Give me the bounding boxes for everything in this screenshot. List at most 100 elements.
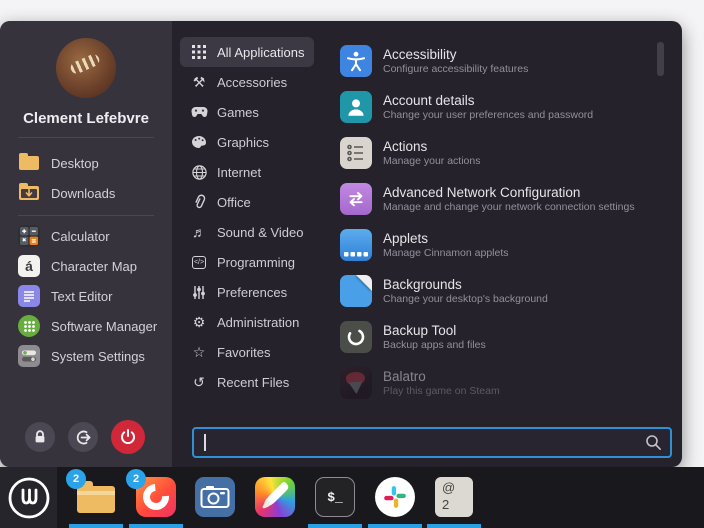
downloads-folder-icon: [18, 182, 40, 204]
grid-icon: [190, 43, 208, 61]
running-indicator: [129, 524, 183, 528]
category-label: Internet: [217, 165, 261, 180]
sidebar-item-label: System Settings: [51, 349, 145, 364]
app-title: Backup Tool: [383, 324, 486, 338]
lock-icon: [32, 429, 48, 445]
app-actions[interactable]: Actions Manage your actions: [340, 130, 670, 176]
sidebar-item-label: Calculator: [51, 229, 110, 244]
scrollbar-thumb[interactable]: [657, 42, 664, 76]
category-recent-files[interactable]: ↺ Recent Files: [180, 367, 299, 397]
app-title: Applets: [383, 232, 509, 246]
sidebar-item-text-editor[interactable]: Text Editor: [0, 281, 172, 311]
app-title: Backgrounds: [383, 278, 548, 292]
software-manager-icon: [18, 315, 40, 337]
email-icon-at: @: [442, 479, 473, 496]
app-accessibility[interactable]: Accessibility Configure accessibility fe…: [340, 38, 670, 84]
category-label: All Applications: [217, 45, 304, 60]
taskbar-item-email[interactable]: @ 2: [433, 476, 475, 518]
category-label: Favorites: [217, 345, 270, 360]
mint-menu-button[interactable]: [0, 467, 57, 528]
shutdown-button[interactable]: [111, 420, 145, 454]
user-name: Clement Lefebvre: [0, 110, 172, 128]
notification-badge: 2: [66, 469, 86, 489]
category-office[interactable]: Office: [180, 187, 261, 217]
star-icon: ☆: [190, 343, 208, 361]
running-indicator: [368, 524, 422, 528]
paperclip-icon: [190, 193, 208, 211]
app-applets[interactable]: Applets Manage Cinnamon applets: [340, 222, 670, 268]
category-internet[interactable]: Internet: [180, 157, 271, 187]
search-bar: [192, 427, 672, 458]
taskbar-item-files[interactable]: 2: [75, 476, 117, 518]
app-advanced-network-configuration[interactable]: Advanced Network Configuration Manage an…: [340, 176, 670, 222]
tools-icon: ⚒: [190, 73, 208, 91]
category-list: All Applications ⚒ Accessories Games: [180, 37, 330, 397]
sidebar-item-calculator[interactable]: Calculator: [0, 221, 172, 251]
taskbar: 2 2: [0, 467, 704, 528]
taskbar-item-firefox[interactable]: 2: [135, 476, 177, 518]
taskbar-item-slack[interactable]: [374, 476, 416, 518]
category-graphics[interactable]: Graphics: [180, 127, 279, 157]
category-accessories[interactable]: ⚒ Accessories: [180, 67, 297, 97]
category-games[interactable]: Games: [180, 97, 269, 127]
category-sound-video[interactable]: ♬ Sound & Video: [180, 217, 314, 247]
app-backgrounds[interactable]: Backgrounds Change your desktop's backgr…: [340, 268, 670, 314]
category-favorites[interactable]: ☆ Favorites: [180, 337, 280, 367]
sidebar-item-label: Text Editor: [51, 289, 112, 304]
lock-screen-button[interactable]: [25, 422, 55, 452]
category-label: Games: [217, 105, 259, 120]
balatro-icon: [340, 367, 372, 399]
network-configuration-icon: [340, 183, 372, 215]
email-icon: @ 2: [433, 476, 475, 518]
app-title: Account details: [383, 94, 593, 108]
app-subtitle: Backup apps and files: [383, 340, 486, 351]
search-icon: [645, 434, 662, 451]
folder-icon: [18, 152, 40, 174]
session-buttons: [25, 420, 145, 454]
app-backup-tool[interactable]: Backup Tool Backup apps and files: [340, 314, 670, 360]
mint-menu-panel: Clement Lefebvre Desktop Downloads: [0, 21, 682, 467]
app-account-details[interactable]: Account details Change your user prefere…: [340, 84, 670, 130]
history-icon: ↺: [190, 373, 208, 391]
app-title: Advanced Network Configuration: [383, 186, 635, 200]
text-editor-icon: [18, 285, 40, 307]
slack-icon: [374, 476, 416, 518]
app-balatro[interactable]: Balatro Play this game on Steam: [340, 360, 670, 406]
logout-icon: [75, 429, 92, 446]
app-subtitle: Configure accessibility features: [383, 64, 528, 75]
category-preferences[interactable]: Preferences: [180, 277, 297, 307]
category-label: Sound & Video: [217, 225, 304, 240]
sidebar-item-software-manager[interactable]: Software Manager: [0, 311, 172, 341]
category-label: Programming: [217, 255, 295, 270]
taskbar-item-drawing[interactable]: [254, 476, 296, 518]
actions-icon: [340, 137, 372, 169]
sidebar-item-system-settings[interactable]: System Settings: [0, 341, 172, 371]
divider: [18, 137, 154, 138]
system-settings-icon: [18, 345, 40, 367]
app-title: Accessibility: [383, 48, 528, 62]
backgrounds-icon: [340, 275, 372, 307]
app-title: Actions: [383, 140, 480, 154]
running-indicator: [427, 524, 481, 528]
logout-button[interactable]: [68, 422, 98, 452]
taskbar-item-screenshot[interactable]: [194, 476, 236, 518]
email-icon-count: 2: [442, 496, 473, 513]
sidebar-item-desktop[interactable]: Desktop: [0, 148, 172, 178]
account-details-icon: [340, 91, 372, 123]
taskbar-item-terminal[interactable]: $_: [314, 476, 356, 518]
category-all-applications[interactable]: All Applications: [180, 37, 314, 67]
sidebar-item-downloads[interactable]: Downloads: [0, 178, 172, 208]
sidebar-item-label: Desktop: [51, 156, 99, 171]
mint-logo-icon: [7, 476, 51, 520]
category-administration[interactable]: ⚙ Administration: [180, 307, 309, 337]
accessibility-icon: [340, 45, 372, 77]
palette-icon: [190, 133, 208, 151]
globe-icon: [190, 163, 208, 181]
app-subtitle: Change your user preferences and passwor…: [383, 110, 593, 121]
app-subtitle: Manage your actions: [383, 156, 480, 167]
desktop: Clement Lefebvre Desktop Downloads: [0, 0, 704, 528]
sidebar-item-character-map[interactable]: á Character Map: [0, 251, 172, 281]
category-programming[interactable]: </> Programming: [180, 247, 305, 277]
avatar[interactable]: [56, 38, 116, 98]
search-input[interactable]: [194, 429, 670, 456]
